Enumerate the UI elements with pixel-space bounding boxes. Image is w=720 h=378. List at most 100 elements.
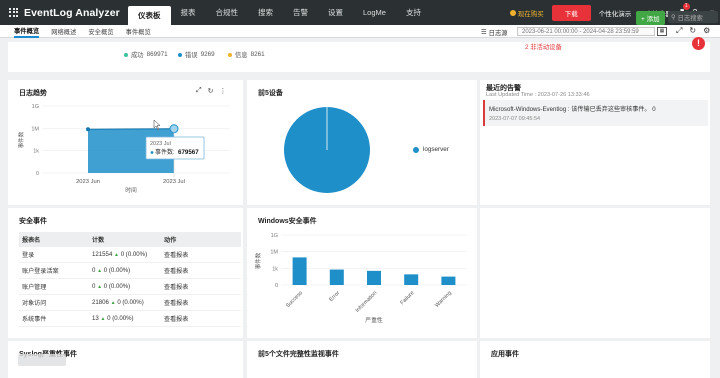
table-row: 登录 121554 ▲ 0 (0.00%) 查看报表	[19, 247, 241, 263]
trend-up-icon: ▲	[100, 316, 106, 322]
table-row: 系统事件 13 ▲ 0 (0.00%) 查看报表	[19, 310, 241, 327]
add-button[interactable]: + 添加	[636, 11, 665, 25]
report-name: 账户管理	[19, 278, 89, 295]
alert-icon[interactable]: !	[692, 37, 705, 50]
tab-settings[interactable]: 设置	[318, 0, 353, 25]
windows-security-bar-chart: 0 1k 1M 1G 事件数 Success Error Information Failure…	[254, 233, 467, 324]
x-tick-label: Warning	[434, 290, 453, 309]
recording-watermark	[18, 354, 66, 366]
search-icon: ⚲	[671, 13, 676, 21]
top5-pie-chart	[284, 107, 370, 193]
x-axis-title: 时间	[125, 186, 137, 194]
security-table: 报表名 计数 动作 登录 121554 ▲ 0 (0.00%) 查看报表 账户登录活案…	[19, 232, 241, 327]
inactive-devices-link[interactable]: 2 非活动设备	[525, 42, 562, 51]
report-count: 21806 ▲ 0 (0.00%)	[89, 294, 161, 311]
download-button[interactable]: 下载	[551, 4, 591, 21]
top5-devices-panel: 前5设备 logserver	[247, 80, 477, 205]
tab-compliance[interactable]: 合规性	[206, 0, 249, 25]
report-name: 账户登录活案	[19, 262, 89, 279]
stat-success: 成功 869971	[124, 50, 168, 59]
table-row: 账户管理 0 ▲ 0 (0.00%) 查看报表	[19, 278, 241, 295]
cart-icon	[509, 9, 516, 16]
stat-error: 错误 9269	[178, 50, 215, 59]
bar	[404, 274, 419, 285]
trend-line	[87, 128, 175, 130]
report-count: 121554 ▲ 0 (0.00%)	[89, 247, 161, 263]
pie-legend[interactable]: logserver	[413, 146, 449, 153]
log-source-selector[interactable]: ☰ 日志源	[481, 28, 508, 37]
report-name: 登录	[19, 247, 89, 263]
subtab-event-overview[interactable]: 事件概览	[14, 25, 40, 38]
alert-item[interactable]: Microsoft-Windows-Eventlog : 该传输已丢弃这些审核事…	[483, 100, 708, 126]
tab-dashboard[interactable]: 仪表板	[128, 6, 171, 25]
fim-title: 前5个文件完整性监视事件	[258, 351, 339, 358]
x-axis-title: 严重性	[365, 316, 383, 324]
subtab-event-overview-2[interactable]: 事件概览	[126, 25, 151, 38]
trend-up-icon: ▲	[97, 268, 103, 274]
bar	[329, 269, 344, 285]
subtab-security-overview[interactable]: 安全概览	[88, 25, 113, 38]
y-tick-label: 0	[36, 171, 39, 177]
log-trend-chart: 01k1M1G2023 Jun 2023 Jul时间事件数 2023 Jul事件数:…	[17, 104, 230, 194]
buy-now-link[interactable]: 现在购买	[509, 8, 544, 18]
view-report-link[interactable]: 查看报表	[161, 262, 241, 279]
subtab-network-overview[interactable]: 网络概述	[51, 25, 76, 38]
trend-up-icon: ▲	[110, 300, 116, 306]
col-report-name[interactable]: 报表名	[19, 232, 89, 247]
security-title: 安全事件	[19, 218, 47, 225]
fullscreen-icon[interactable]: ⤢	[676, 26, 682, 36]
y-tick-label: 1M	[31, 126, 39, 132]
fim-panel: 前5个文件完整性监视事件	[247, 341, 477, 378]
stats-strip: 成功 869971 错误 9269 信息 8261 2 非活动设备	[8, 42, 710, 72]
trend-up-icon: ▲	[114, 252, 119, 258]
view-report-link[interactable]: 查看报表	[161, 294, 241, 311]
gear-icon[interactable]: ⚙	[703, 26, 710, 36]
col-action: 动作	[161, 232, 241, 247]
list-icon: ☰	[481, 29, 487, 36]
last-updated: Last Updated Time : 2023-07-26 13:33:46	[486, 92, 590, 98]
refresh-icon[interactable]: ↻	[689, 26, 696, 36]
app-events-panel: 应用事件	[480, 341, 710, 378]
top-nav: EventLog Analyzer 仪表板 报表 合规性 搜索 告警 设置 Lo…	[0, 0, 720, 25]
alert-text: Microsoft-Windows-Eventlog : 该传输已丢弃这些审核事…	[489, 106, 656, 113]
app-events-title: 应用事件	[491, 351, 519, 358]
info-dot-icon	[228, 52, 232, 57]
y-tick-label: 1G	[271, 233, 278, 239]
table-row: 对象访问 21806 ▲ 0 (0.00%) 查看报表	[19, 294, 241, 311]
x-tick-label: Information	[355, 290, 379, 314]
report-count: 13 ▲ 0 (0.00%)	[89, 310, 161, 327]
report-count: 0 ▲ 0 (0.00%)	[89, 278, 161, 295]
x-tick-label: Error	[328, 290, 341, 303]
recent-alerts-panel: 最近的告警 Last Updated Time : 2023-07-26 13:…	[480, 80, 710, 205]
trend-up-icon: ▲	[97, 284, 103, 290]
brand[interactable]: EventLog Analyzer	[0, 0, 128, 25]
view-report-link[interactable]: 查看报表	[161, 247, 241, 263]
view-report-link[interactable]: 查看报表	[161, 278, 241, 295]
tooltip-dot	[150, 151, 154, 154]
date-range-input[interactable]: 2023-06-21 00:00:00 - 2024-04-28 23:59:5…	[517, 27, 655, 36]
tab-support[interactable]: 支持	[396, 0, 431, 25]
x-tick-label: Success	[285, 290, 304, 309]
windows-security-panel: Windows安全事件 0 1k 1M 1G 事件数 Success Error Inform…	[247, 208, 477, 338]
tab-reports[interactable]: 报表	[171, 0, 206, 25]
bar	[441, 276, 456, 285]
tab-search[interactable]: 搜索	[248, 0, 283, 25]
tab-logme[interactable]: LogMe	[353, 0, 396, 25]
legend-swatch	[413, 146, 419, 153]
y-tick-label: 1k	[272, 266, 278, 272]
y-tick-label: 1k	[33, 149, 39, 155]
report-name: 系统事件	[19, 310, 89, 327]
calendar-icon[interactable]: ▦	[657, 27, 667, 36]
notification-badge: 1	[682, 3, 690, 10]
x-tick-label: 2023 Jul	[163, 179, 185, 185]
tooltip-value: 679567	[178, 149, 199, 156]
main-nav: 仪表板 报表 合规性 搜索 告警 设置 LogMe 支持	[128, 0, 431, 25]
trend-point	[86, 127, 90, 132]
log-search-input[interactable]: ⚲ 日志搜索	[668, 11, 718, 23]
col-count[interactable]: 计数	[89, 232, 161, 247]
alert-time: 2023-07-07 09:45:54	[489, 116, 541, 122]
demo-link[interactable]: 个性化演示	[599, 8, 632, 18]
apps-grid-icon[interactable]	[9, 7, 19, 18]
tab-alerts[interactable]: 告警	[283, 0, 318, 25]
view-report-link[interactable]: 查看报表	[161, 310, 241, 327]
